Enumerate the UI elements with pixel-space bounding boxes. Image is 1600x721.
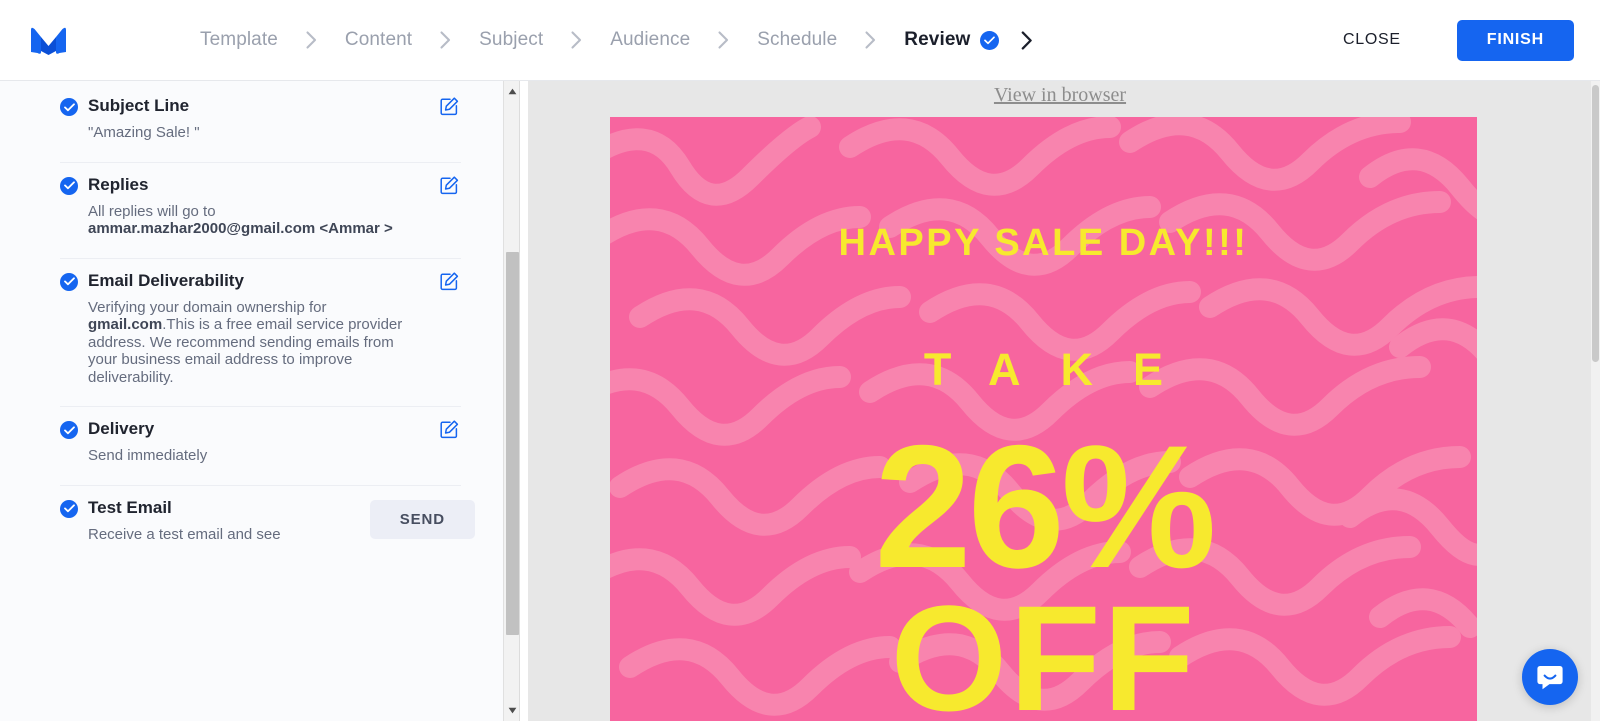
check-circle-icon xyxy=(60,176,78,195)
email-take-line: TAKE xyxy=(923,344,1204,395)
check-circle-icon xyxy=(60,421,78,439)
review-sidebar-list: Subject Line "Amazing Sale! " Replies Al… xyxy=(0,81,503,563)
chevron-right-icon xyxy=(571,31,582,49)
email-creative-card: HAPPY SALE DAY!!! TAKE 26% OFF xyxy=(610,117,1477,721)
step-template[interactable]: Template xyxy=(200,29,278,51)
edit-pencil-icon xyxy=(440,271,459,290)
review-section-email-deliverability: Email Deliverability Verifying your doma… xyxy=(60,259,461,407)
edit-subject-line-button[interactable] xyxy=(438,95,461,118)
section-body: Receive a test email and see xyxy=(88,525,281,543)
step-subject[interactable]: Subject xyxy=(479,29,543,51)
chevron-right-icon xyxy=(306,31,317,49)
section-title: Delivery xyxy=(88,419,155,438)
edit-delivery-button[interactable] xyxy=(438,418,461,441)
scrollbar-thumb[interactable] xyxy=(506,252,519,635)
section-title: Replies xyxy=(88,174,149,194)
check-circle-icon xyxy=(60,98,78,116)
email-preview-pane: View in browser HAPPY SALE DAY!!! TAKE 2… xyxy=(528,81,1592,721)
section-title: Subject Line xyxy=(88,96,190,115)
step-next-arrow-icon[interactable] xyxy=(1021,30,1033,50)
close-button[interactable]: CLOSE xyxy=(1329,21,1415,59)
mailmunch-m-logo-icon xyxy=(31,27,66,55)
chevron-right-icon xyxy=(718,31,729,49)
step-content[interactable]: Content xyxy=(345,29,412,51)
view-in-browser-link[interactable]: View in browser xyxy=(994,84,1126,106)
review-section-subject-line: Subject Line "Amazing Sale! " xyxy=(60,84,461,163)
scrollbar-down-arrow-button[interactable] xyxy=(504,702,521,719)
email-creative-text: HAPPY SALE DAY!!! TAKE 26% OFF xyxy=(610,117,1477,721)
chat-launcher-button[interactable] xyxy=(1522,649,1578,705)
triangle-down-icon xyxy=(508,707,517,714)
step-audience[interactable]: Audience xyxy=(610,29,690,51)
section-body: "Amazing Sale! " xyxy=(88,124,200,141)
deliverability-domain-text: gmail.com xyxy=(88,316,163,333)
review-sidebar: Subject Line "Amazing Sale! " Replies Al… xyxy=(0,81,503,721)
section-title: Email Deliverability xyxy=(88,270,244,290)
edit-pencil-icon xyxy=(440,175,459,194)
check-circle-icon xyxy=(60,499,78,518)
replies-intro-text: All replies will go to xyxy=(88,202,216,220)
review-section-test-email: Test Email Receive a test email and see … xyxy=(60,486,475,564)
email-headline: HAPPY SALE DAY!!! xyxy=(838,222,1249,264)
view-in-browser-row: View in browser xyxy=(528,81,1592,117)
check-icon xyxy=(980,30,1000,50)
triangle-up-icon xyxy=(508,88,517,95)
send-test-email-button[interactable]: SEND xyxy=(369,499,475,539)
email-off-line: OFF xyxy=(890,574,1197,721)
section-body: All replies will go to ammar.mazhar2000@… xyxy=(88,203,418,238)
scrollbar-up-arrow-button[interactable] xyxy=(504,83,521,100)
deliverability-prefix-text: Verifying your domain ownership for xyxy=(88,298,327,316)
review-section-replies: Replies All replies will go to ammar.maz… xyxy=(60,163,461,259)
sidebar-scrollbar[interactable] xyxy=(503,81,520,721)
replies-address-text: ammar.mazhar2000@gmail.com <Ammar > xyxy=(88,220,393,237)
app-header: Template Content Subject Audience Schedu… xyxy=(0,0,1600,81)
email-discount-percent: 26% xyxy=(874,410,1216,605)
page-scrollbar-thumb[interactable] xyxy=(1592,85,1599,362)
step-breadcrumb: Template Content Subject Audience Schedu… xyxy=(200,29,1329,51)
check-circle-icon xyxy=(60,272,78,291)
edit-pencil-icon xyxy=(440,420,459,439)
header-actions: CLOSE FINISH xyxy=(1329,19,1574,61)
section-body: Send immediately xyxy=(88,447,208,464)
edit-email-deliverability-button[interactable] xyxy=(438,270,461,293)
section-body: Verifying your domain ownership for gmai… xyxy=(88,299,418,387)
chat-bubble-icon xyxy=(1537,666,1563,690)
step-review[interactable]: Review xyxy=(904,29,970,51)
app-logo[interactable] xyxy=(26,22,72,58)
page-scrollbar[interactable] xyxy=(1591,81,1600,721)
chevron-right-icon xyxy=(440,31,451,49)
edit-replies-button[interactable] xyxy=(438,174,461,197)
step-schedule[interactable]: Schedule xyxy=(757,29,837,51)
app-root: Template Content Subject Audience Schedu… xyxy=(0,0,1600,721)
finish-button[interactable]: FINISH xyxy=(1456,19,1574,61)
review-section-delivery: Delivery Send immediately xyxy=(60,407,461,486)
chevron-right-icon xyxy=(865,31,876,49)
edit-pencil-icon xyxy=(440,97,459,116)
